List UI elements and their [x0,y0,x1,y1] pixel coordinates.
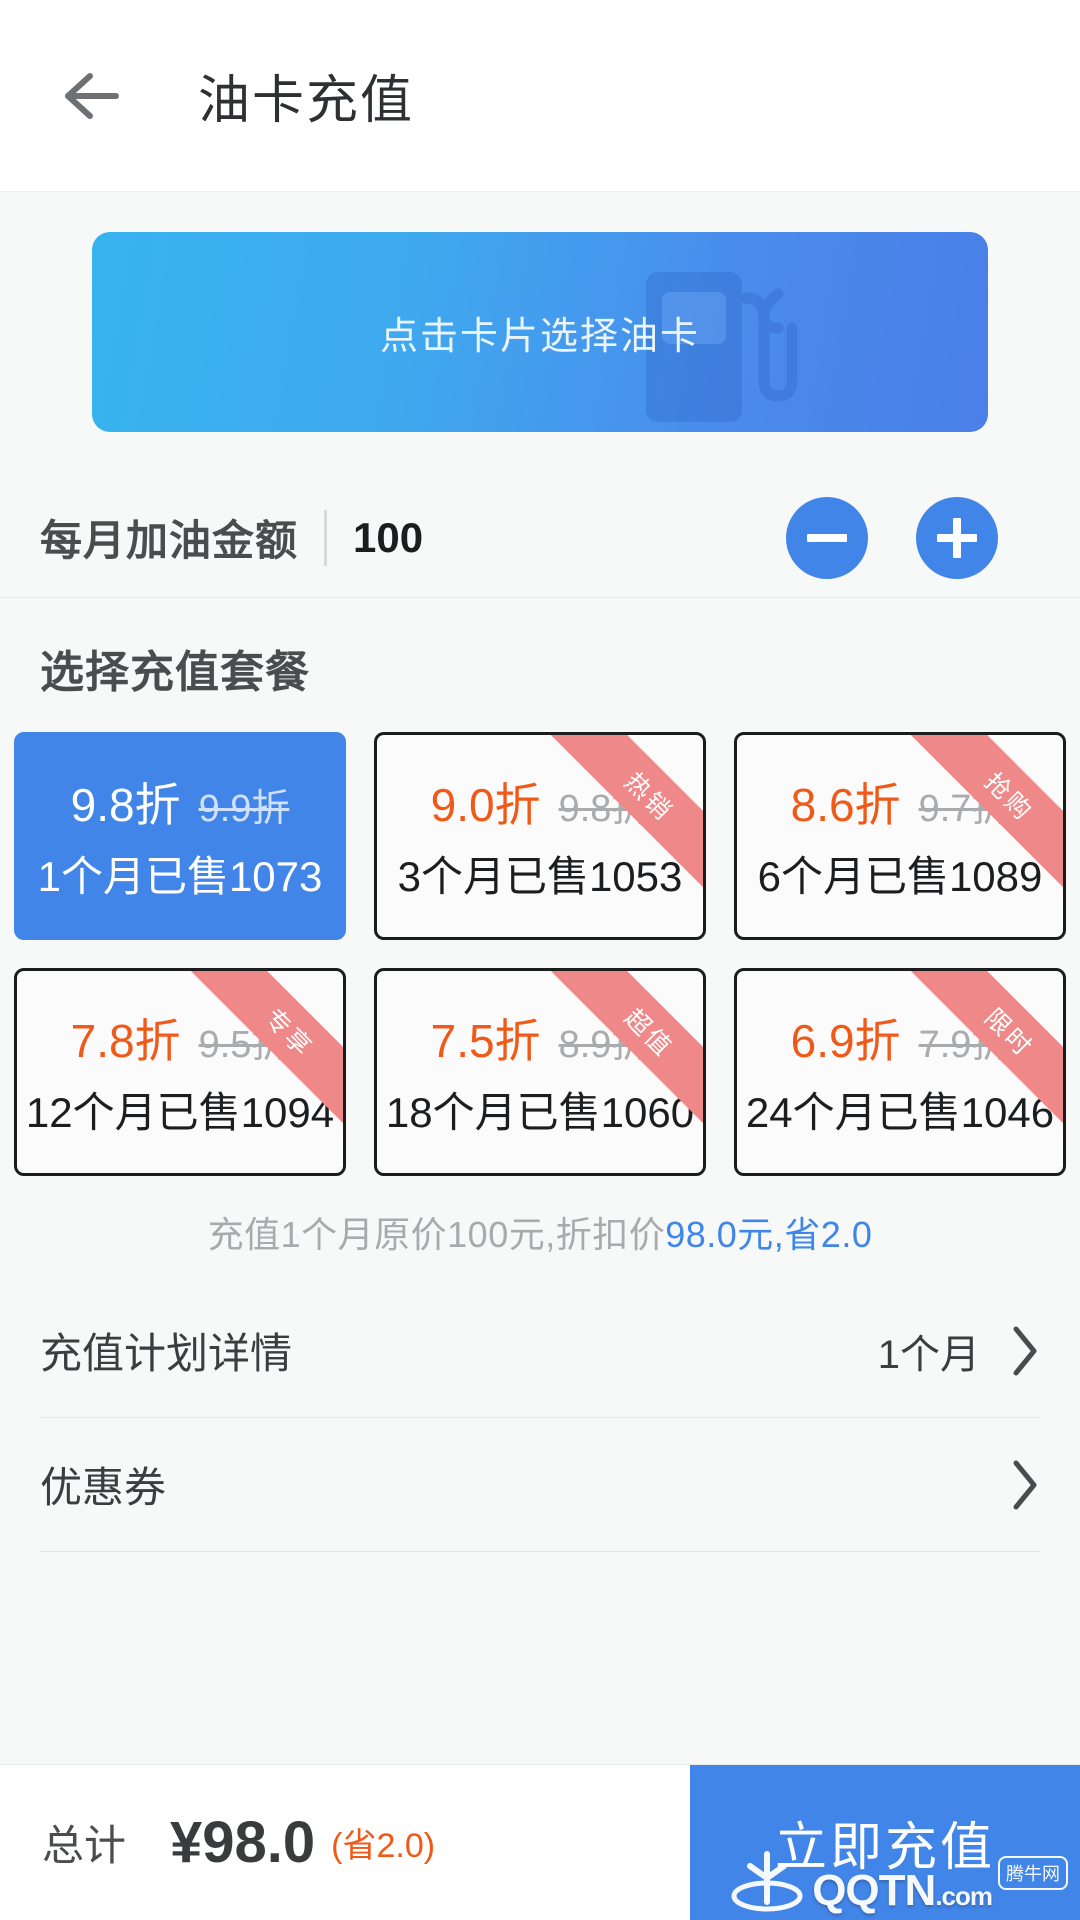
row-right: 1个月 [878,1322,1040,1380]
package-sold-info: 18个月已售1060 [385,1088,695,1136]
package-card[interactable]: 专享 7.8折 9.5折 12个月已售1094 [14,968,346,1176]
package-card[interactable]: 9.8折 9.9折 1个月已售1073 [14,732,346,940]
package-card[interactable]: 超值 7.5折 8.9折 18个月已售1060 [374,968,706,1176]
app-screen: 油卡充值 点击卡片选择油卡 每月加油金额 100 选择充值套餐 9.8折 9.9… [0,0,1080,1920]
package-sold-info: 6个月已售1089 [757,852,1043,900]
package-discount: 7.5折 [430,1014,541,1067]
row-recharge-plan-details[interactable]: 充值计划详情 1个月 [40,1284,1040,1418]
package-original-price: 9.8折 [558,787,650,830]
package-original-price: 8.9折 [558,1023,650,1066]
arrow-left-icon [65,72,119,119]
package-price-line: 7.8折 9.5折 [71,1005,290,1071]
amount-stepper [786,496,1040,579]
row-label: 优惠券 [40,1464,167,1511]
package-sold-info: 24个月已售1046 [745,1088,1055,1136]
select-fuel-card[interactable]: 点击卡片选择油卡 [92,232,988,432]
bottom-bar: 总计 ¥98.0 (省2.0) 立即充值 [0,1764,1080,1920]
recharge-now-button[interactable]: 立即充值 [690,1764,1080,1920]
package-discount: 6.9折 [790,1014,901,1067]
row-coupon[interactable]: 优惠券 [40,1418,1040,1552]
package-original-price: 9.9折 [198,787,290,830]
price-summary-highlight: 98.0元,省2.0 [665,1214,873,1255]
package-card[interactable]: 限时 6.9折 7.9折 24个月已售1046 [734,968,1066,1176]
package-card[interactable]: 抢购 8.6折 9.7折 6个月已售1089 [734,732,1066,940]
package-original-price: 7.9折 [918,1023,1010,1066]
monthly-amount-value[interactable]: 100 [353,514,423,562]
package-discount: 9.8折 [70,778,181,831]
package-sold-info: 12个月已售1094 [25,1088,335,1136]
package-card[interactable]: 热销 9.0折 9.8折 3个月已售1053 [374,732,706,940]
package-discount: 8.6折 [790,778,901,831]
package-price-line: 8.6折 9.7折 [791,769,1010,835]
increment-button[interactable] [916,496,998,579]
options-list: 充值计划详情 1个月 优惠券 [0,1284,1080,1552]
package-discount: 7.8折 [70,1014,181,1067]
page-title: 油卡充值 [198,72,415,130]
row-label: 充值计划详情 [40,1330,293,1377]
price-summary-prefix: 充值1个月原价100元,折扣价 [207,1214,666,1255]
monthly-amount-label: 每月加油金额 [40,517,299,564]
row-value: 1个月 [877,1332,980,1377]
total-save: (省2.0) [331,1827,436,1865]
total-label: 总计 [42,1822,127,1869]
packages-section-title: 选择充值套餐 [40,648,310,697]
decrement-button[interactable] [786,496,868,579]
plus-icon-vertical [953,517,961,558]
card-hint-text: 点击卡片选择油卡 [379,315,700,358]
package-original-price: 9.5折 [198,1023,290,1066]
back-button[interactable] [32,36,152,156]
card-banner-area: 点击卡片选择油卡 [0,192,1080,432]
monthly-amount-row: 每月加油金额 100 [0,478,1080,598]
packages-grid: 9.8折 9.9折 1个月已售1073 热销 9.0折 9.8折 3个月已售10… [0,732,1080,1176]
package-sold-info: 3个月已售1053 [397,852,683,900]
package-price-line: 9.8折 9.9折 [71,769,290,835]
row-right [980,1458,1040,1512]
package-sold-info: 1个月已售1073 [37,852,323,900]
package-price-line: 6.9折 7.9折 [791,1005,1010,1071]
package-price-line: 9.0折 9.8折 [431,769,650,835]
chevron-right-icon [1013,1326,1037,1375]
total-amount: ¥98.0 [170,1810,316,1875]
divider [324,509,328,566]
chevron-right-icon [1013,1460,1037,1509]
package-discount: 9.0折 [430,778,541,831]
package-price-line: 7.5折 8.9折 [431,1005,650,1071]
page-header: 油卡充值 [0,0,1080,192]
price-summary: 充值1个月原价100元,折扣价98.0元,省2.0 [0,1176,1080,1258]
minus-icon [807,533,847,542]
package-original-price: 9.7折 [918,787,1010,830]
